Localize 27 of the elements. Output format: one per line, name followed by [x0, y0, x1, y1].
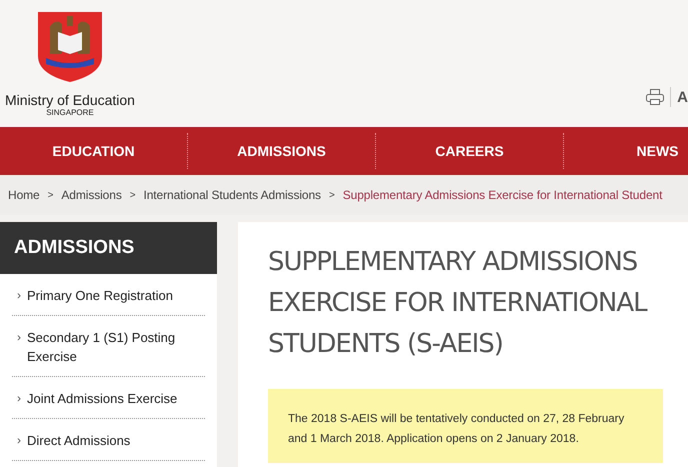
- chevron-icon: ›: [17, 389, 21, 408]
- print-icon[interactable]: [646, 89, 664, 105]
- sidebar-heading: ADMISSIONS: [0, 222, 217, 274]
- breadcrumb-separator: >: [328, 190, 335, 200]
- chevron-icon: ›: [17, 328, 21, 366]
- organization-name: Ministry of Education: [5, 92, 135, 108]
- breadcrumb-link[interactable]: International Students Admissions: [143, 188, 321, 202]
- breadcrumb-separator: >: [48, 190, 54, 200]
- organization-country: SINGAPORE: [46, 108, 94, 117]
- nav-tab[interactable]: NEWS: [564, 133, 688, 169]
- breadcrumb-link[interactable]: Home: [8, 188, 40, 202]
- sidebar-link[interactable]: Joint Admissions Exercise: [27, 389, 178, 408]
- font-size-button[interactable]: A: [677, 88, 688, 106]
- breadcrumb-link[interactable]: Admissions: [61, 188, 122, 202]
- nav-tab[interactable]: CAREERS: [376, 133, 564, 169]
- sidebar-link[interactable]: Primary One Registration: [27, 286, 173, 305]
- current-page-crumb: Supplementary Admissions Exercise for International Student: [342, 188, 662, 202]
- sidebar-link[interactable]: Secondary 1 (S1) Posting Exercise: [27, 328, 205, 366]
- sidebar-link[interactable]: Direct Admissions: [27, 431, 130, 450]
- nav-tab[interactable]: ADMISSIONS: [188, 133, 376, 169]
- chevron-icon: ›: [17, 286, 21, 305]
- page-title: SUPPLEMENTARY ADMISSIONS EXERCISE FOR INTERNATIONAL STUDENTS (S-AEIS): [268, 246, 648, 361]
- chevron-icon: ›: [17, 431, 21, 450]
- notice-text: The 2018 S-AEIS will be tentatively conducted on 27, 28 February and 1 March 2018. Application opens on 2 January 2018.: [268, 389, 663, 463]
- crest-logo[interactable]: [36, 10, 104, 84]
- breadcrumb-separator: >: [130, 190, 136, 200]
- nav-tab[interactable]: EDUCATION: [0, 133, 188, 169]
